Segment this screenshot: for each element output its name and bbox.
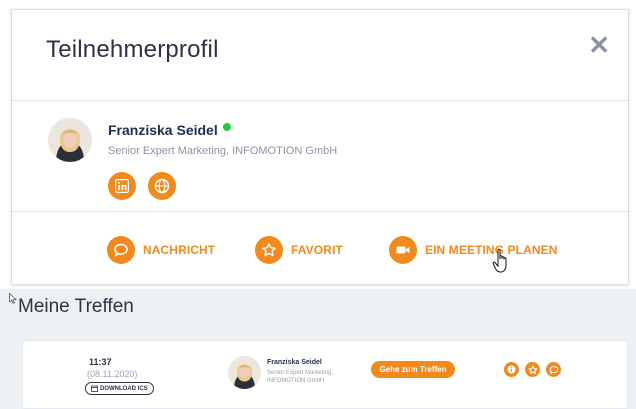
- schedule-meeting-button[interactable]: EIN MEETING PLANEN: [389, 236, 557, 264]
- chat-icon: [107, 236, 135, 264]
- participant-name: Franziska Seidel: [108, 122, 231, 138]
- join-meeting-button[interactable]: Gehe zum Treffen: [371, 361, 455, 378]
- close-icon[interactable]: ✕: [588, 32, 610, 58]
- modal-title: Teilnehmerprofil: [46, 36, 219, 63]
- meeting-card: 11:37 (08.11.2020) DOWNLOAD ICS Franzisk…: [22, 340, 628, 409]
- participant-role: Senior Expert Marketing, INFOMOTION GmbH: [108, 145, 338, 157]
- arrow-cursor-icon: [9, 291, 18, 309]
- profile-actions: NACHRICHT FAVORIT EIN MEETING PLANEN: [12, 213, 628, 285]
- hand-cursor-icon: [492, 248, 512, 279]
- meetings-section-title: Meine Treffen: [18, 296, 134, 317]
- star-icon[interactable]: [525, 362, 540, 377]
- message-button[interactable]: NACHRICHT: [107, 236, 215, 264]
- favorite-button-label: FAVORIT: [291, 243, 343, 257]
- download-ics-button[interactable]: DOWNLOAD ICS: [85, 382, 154, 395]
- favorite-button[interactable]: FAVORIT: [255, 236, 343, 264]
- meeting-date: (08.11.2020): [87, 369, 138, 379]
- download-ics-label: DOWNLOAD ICS: [100, 385, 148, 392]
- participant-profile-modal: Teilnehmerprofil ✕ Franziska Seidel Seni…: [11, 9, 629, 285]
- globe-icon[interactable]: [148, 172, 176, 200]
- meeting-time: 11:37: [89, 357, 112, 367]
- avatar: [48, 118, 92, 162]
- calendar-icon: [91, 385, 98, 392]
- meeting-participant-role: Senior Expert Marketing, INFOMOTION GmbH: [267, 370, 334, 384]
- online-status-dot: [222, 123, 231, 131]
- modal-header: Teilnehmerprofil ✕: [12, 10, 628, 101]
- star-icon: [255, 236, 283, 264]
- info-icon[interactable]: [504, 362, 519, 377]
- participant-name-text: Franziska Seidel: [108, 122, 218, 138]
- chat-icon[interactable]: [546, 362, 561, 377]
- video-camera-icon: [389, 236, 417, 264]
- avatar: [228, 356, 261, 389]
- profile-section: Franziska Seidel Senior Expert Marketing…: [12, 102, 628, 212]
- message-button-label: NACHRICHT: [143, 243, 216, 257]
- meeting-participant-name: Franziska Seidel: [267, 359, 322, 366]
- linkedin-icon[interactable]: [108, 172, 136, 200]
